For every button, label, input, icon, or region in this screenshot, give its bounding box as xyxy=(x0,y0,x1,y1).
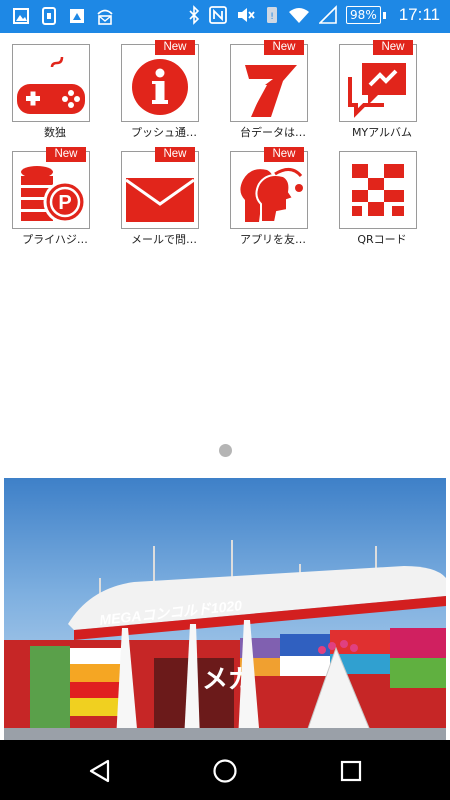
svg-text:!: ! xyxy=(270,12,274,22)
new-badge: New xyxy=(155,40,195,55)
back-icon[interactable] xyxy=(88,759,112,783)
download-icon xyxy=(42,7,56,25)
wifi-icon xyxy=(289,8,310,23)
share-people-icon xyxy=(240,168,303,223)
app-label: MYアルバム xyxy=(351,126,413,139)
wifi-mail-icon xyxy=(97,9,113,25)
new-badge: New xyxy=(373,40,413,55)
home-icon[interactable] xyxy=(212,758,238,784)
shield-image-icon xyxy=(70,9,84,23)
navigation-bar xyxy=(0,740,450,800)
svg-text:P: P xyxy=(58,192,71,214)
notification-icons xyxy=(12,6,114,26)
seven-icon xyxy=(245,65,297,117)
new-badge: New xyxy=(264,40,304,55)
new-badge: New xyxy=(46,147,86,162)
store-banner-image[interactable]: MEGAコンコルド1020 メガ xyxy=(4,478,446,740)
app-tile-my-album[interactable]: New MYアルバム xyxy=(327,33,437,139)
system-icons: ! 98% 17:11 xyxy=(188,5,440,25)
battery-level: 98% xyxy=(350,8,377,22)
app-tile-push-notification[interactable]: New プッシュ通… xyxy=(109,33,219,139)
app-icon-box[interactable] xyxy=(339,44,417,122)
app-icon-box[interactable] xyxy=(339,151,417,229)
app-label: 台データは… xyxy=(240,126,306,139)
qr-code-icon xyxy=(352,164,404,216)
mute-icon xyxy=(238,8,255,22)
app-icon-box[interactable] xyxy=(230,151,308,229)
status-bar: ! 98% 17:11 xyxy=(0,0,450,33)
app-tile-sudoku[interactable]: 数独 xyxy=(0,33,110,139)
app-tile-qr-code[interactable]: QRコード xyxy=(327,140,437,246)
store-photo: MEGAコンコルド1020 メガ xyxy=(4,540,446,740)
app-label: 数独 xyxy=(44,126,66,139)
image-icon xyxy=(13,8,29,24)
app-tile-share-app[interactable]: New アプリを友… xyxy=(218,140,328,246)
recents-icon[interactable] xyxy=(340,760,362,782)
app-label: メールで問… xyxy=(131,233,197,246)
new-badge: New xyxy=(155,147,195,162)
nfc-icon xyxy=(209,6,227,24)
app-label: プライハジ… xyxy=(22,233,88,246)
app-tile-mail-inquiry[interactable]: New メールで問… xyxy=(109,140,219,246)
app-icon-box[interactable] xyxy=(121,44,199,122)
coins-icon: P xyxy=(21,166,87,224)
app-icon-box[interactable] xyxy=(230,44,308,122)
battery-icon: 98% xyxy=(346,6,381,24)
info-icon xyxy=(132,59,188,115)
battery-nub xyxy=(382,11,386,19)
page-indicator-dot[interactable] xyxy=(219,444,232,457)
app-icon-box[interactable] xyxy=(121,151,199,229)
envelope-icon xyxy=(125,178,195,222)
app-label: アプリを友… xyxy=(240,233,306,246)
app-icon-box[interactable] xyxy=(12,44,90,122)
app-grid: 数独 New プッシュ通… New 台データは… New MYアルバム P Ne… xyxy=(0,33,450,433)
app-label: プッシュ通… xyxy=(131,126,197,139)
vibrate-icon: ! xyxy=(267,7,278,23)
bluetooth-icon xyxy=(189,5,200,25)
app-tile-machine-data[interactable]: New 台データは… xyxy=(218,33,328,139)
app-icon-box[interactable]: P xyxy=(12,151,90,229)
signal-icon xyxy=(319,5,337,24)
app-tile-price[interactable]: P New プライハジ… xyxy=(0,140,110,246)
app-label: QRコード xyxy=(357,233,407,246)
new-badge: New xyxy=(264,147,304,162)
chat-icon xyxy=(348,63,406,118)
clock: 17:11 xyxy=(398,5,440,24)
gamepad-icon xyxy=(17,56,85,114)
